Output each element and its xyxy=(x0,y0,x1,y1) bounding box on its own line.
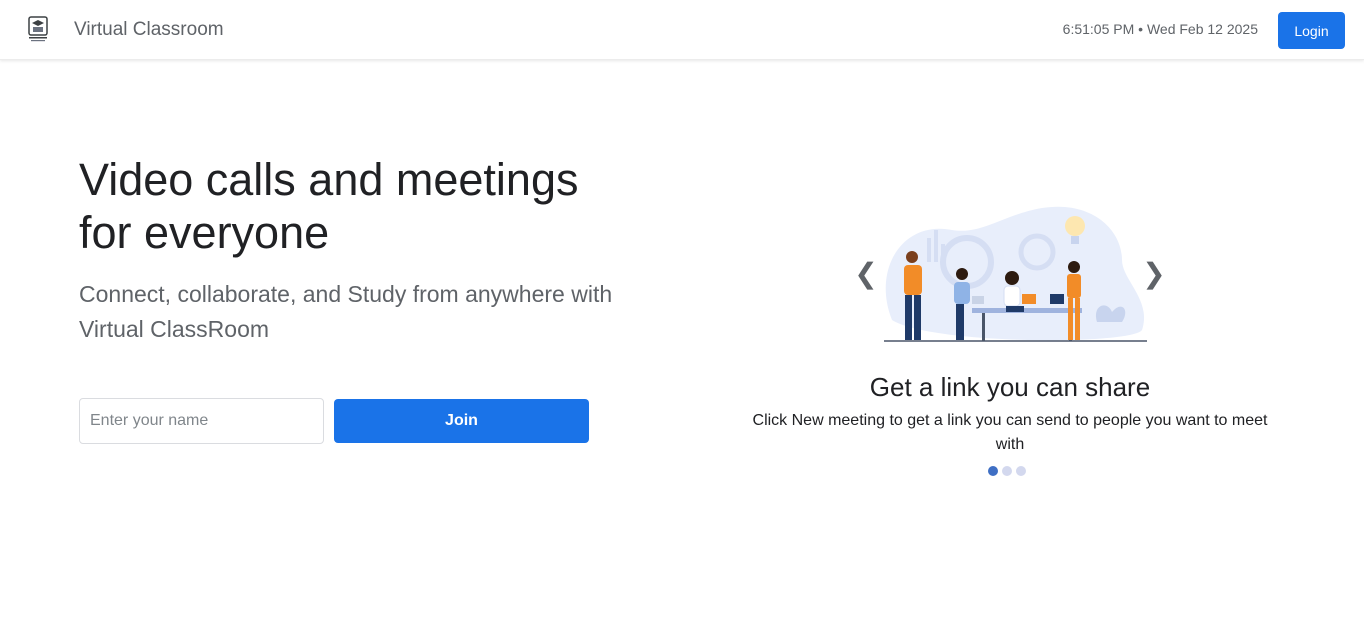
datetime-display: 6:51:05 PM • Wed Feb 12 2025 xyxy=(1062,21,1258,37)
app-title: Virtual Classroom xyxy=(74,19,224,40)
meeting-illustration xyxy=(884,206,1147,342)
login-button[interactable]: Login xyxy=(1278,12,1345,49)
slide-description: Click New meeting to get a link you can … xyxy=(752,412,1268,453)
top-navbar: Virtual Classroom 6:51:05 PM • Wed Feb 1… xyxy=(0,0,1364,60)
hero-subtitle: Connect, collaborate, and Study from any… xyxy=(79,281,613,342)
school-crest-icon[interactable] xyxy=(26,15,50,43)
carousel-dot-1[interactable] xyxy=(988,466,998,476)
carousel-dot-2[interactable] xyxy=(1002,466,1012,476)
hero-title: Video calls and meetings for everyone xyxy=(79,154,579,258)
join-button[interactable]: Join xyxy=(334,399,589,443)
name-input[interactable] xyxy=(79,398,324,444)
slide-title: Get a link you can share xyxy=(869,372,1151,402)
carousel-dot-3[interactable] xyxy=(1016,466,1026,476)
carousel-indicators xyxy=(988,466,1026,478)
